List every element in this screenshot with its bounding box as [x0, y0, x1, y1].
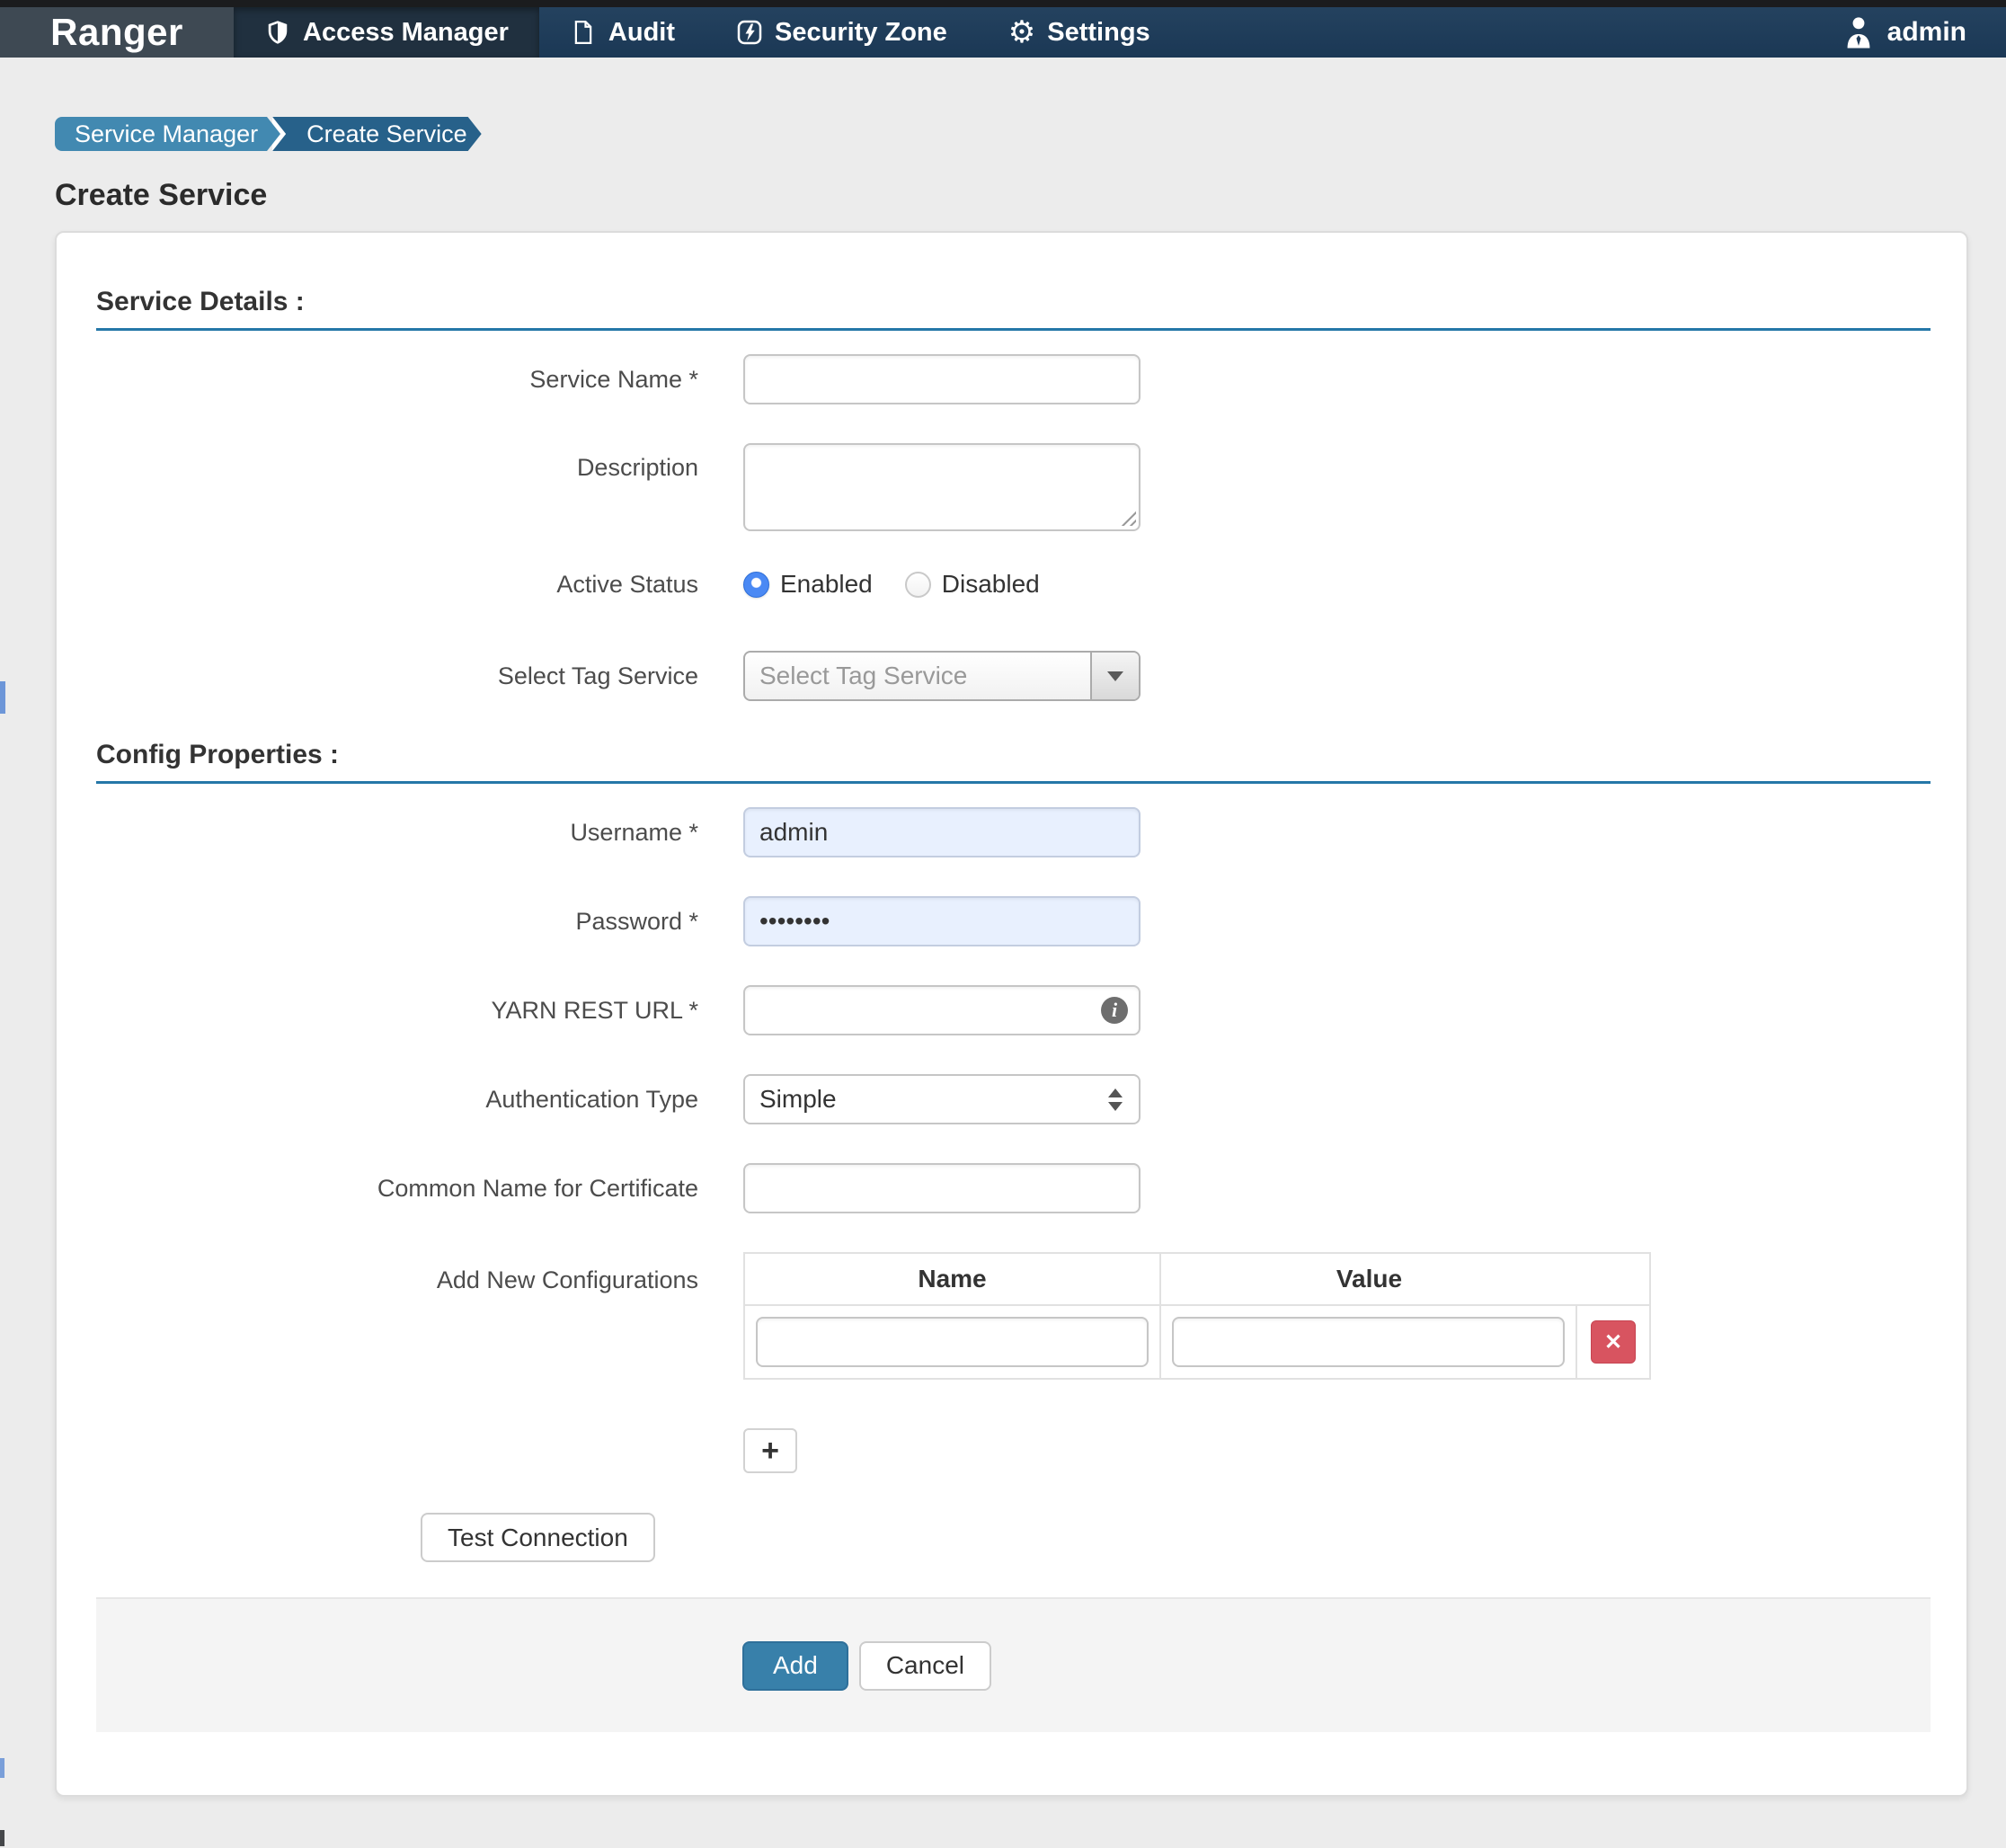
form-row-tag-service: Select Tag Service Select Tag Service: [96, 651, 1931, 701]
auth-type-label: Authentication Type: [96, 1086, 698, 1114]
active-status-label: Active Status: [96, 571, 698, 599]
config-col-name: Name: [745, 1254, 1161, 1304]
form-row-common-name: Common Name for Certificate: [96, 1163, 1931, 1213]
service-name-label: Service Name *: [96, 366, 698, 394]
tag-service-placeholder: Select Tag Service: [745, 662, 1090, 690]
password-label: Password *: [96, 908, 698, 936]
radio-disabled-label: Disabled: [942, 570, 1040, 599]
add-config-row-button[interactable]: +: [743, 1428, 797, 1473]
page-content: Service Manager Create Service Create Se…: [0, 58, 2006, 1797]
form-actions-bar: Add Cancel: [96, 1597, 1931, 1732]
gear-icon: ⚙: [1008, 19, 1035, 46]
yarn-rest-url-label: YARN REST URL *: [96, 997, 698, 1025]
nav-label: Security Zone: [775, 18, 947, 48]
chevron-down-icon: [1107, 671, 1123, 681]
config-name-input[interactable]: [756, 1317, 1149, 1367]
plus-icon: +: [761, 1434, 779, 1469]
description-label: Description: [96, 443, 698, 482]
add-button[interactable]: Add: [742, 1641, 848, 1691]
form-row-username: Username *: [96, 807, 1931, 857]
delete-config-button[interactable]: ✕: [1591, 1320, 1636, 1364]
nav-item-settings[interactable]: ⚙ Settings: [978, 7, 1181, 58]
navbar-spacer: [1181, 7, 1824, 58]
config-col-actions: [1577, 1254, 1649, 1304]
form-row-auth-type: Authentication Type Simple: [96, 1074, 1931, 1124]
main-nav: Access Manager Audit Security Zone ⚙ Set…: [234, 7, 1181, 58]
top-navbar: Ranger Access Manager Audit Security Zon…: [0, 7, 2006, 58]
breadcrumb: Service Manager Create Service: [55, 117, 1968, 151]
form-row-active-status: Active Status Enabled Disabled: [96, 570, 1931, 599]
nav-label: Audit: [608, 18, 675, 48]
shield-icon: [264, 19, 291, 46]
nav-item-security-zone[interactable]: Security Zone: [706, 7, 978, 58]
page-title: Create Service: [55, 178, 1968, 213]
left-edge-marker: [0, 681, 5, 714]
description-textarea[interactable]: [743, 443, 1141, 531]
auth-type-select[interactable]: Simple: [743, 1074, 1141, 1124]
form-row-add-configs: Add New Configurations Name Value ✕: [96, 1252, 1931, 1380]
config-table-row: ✕: [745, 1306, 1649, 1378]
left-edge-marker: [0, 1758, 4, 1778]
section-heading-config-properties: Config Properties :: [96, 740, 1931, 784]
breadcrumb-service-manager[interactable]: Service Manager: [55, 117, 267, 151]
yarn-rest-url-input[interactable]: [743, 985, 1141, 1035]
config-col-value: Value: [1161, 1254, 1577, 1304]
config-table: Name Value ✕: [743, 1252, 1651, 1380]
auth-type-value: Simple: [745, 1085, 1139, 1114]
tag-service-label: Select Tag Service: [96, 662, 698, 690]
form-row-service-name: Service Name *: [96, 354, 1931, 404]
cancel-button[interactable]: Cancel: [859, 1641, 991, 1691]
tag-service-select[interactable]: Select Tag Service: [743, 651, 1141, 701]
left-edge-marker: [0, 1830, 4, 1846]
form-row-yarn-rest-url: YARN REST URL * i: [96, 985, 1931, 1035]
select-stepper-icon: [1108, 1088, 1123, 1111]
add-configs-label: Add New Configurations: [96, 1252, 698, 1294]
user-name: admin: [1887, 17, 1966, 48]
close-icon: ✕: [1604, 1329, 1622, 1355]
common-name-label: Common Name for Certificate: [96, 1175, 698, 1203]
bolt-icon: [736, 19, 763, 46]
form-row-password: Password *: [96, 896, 1931, 946]
username-label: Username *: [96, 819, 698, 847]
config-table-header: Name Value: [745, 1254, 1649, 1306]
breadcrumb-create-service: Create Service: [272, 117, 482, 151]
window-top-strip: [0, 0, 2006, 7]
radio-enabled-label: Enabled: [780, 570, 873, 599]
nav-item-access-manager[interactable]: Access Manager: [234, 7, 539, 58]
config-value-input[interactable]: [1172, 1317, 1565, 1367]
radio-enabled[interactable]: [743, 572, 769, 598]
file-icon: [570, 19, 597, 46]
test-connection-button[interactable]: Test Connection: [421, 1513, 655, 1562]
common-name-input[interactable]: [743, 1163, 1141, 1213]
username-input[interactable]: [743, 807, 1141, 857]
form-row-description: Description: [96, 443, 1931, 531]
user-menu[interactable]: admin: [1824, 7, 2006, 58]
ranger-logo[interactable]: Ranger: [0, 7, 234, 58]
user-icon: [1842, 15, 1875, 49]
radio-disabled[interactable]: [905, 572, 931, 598]
dropdown-arrow-button[interactable]: [1090, 653, 1139, 699]
info-icon[interactable]: i: [1101, 997, 1128, 1024]
service-name-input[interactable]: [743, 354, 1141, 404]
create-service-form-card: Service Details : Service Name * Descrip…: [55, 231, 1968, 1797]
nav-item-audit[interactable]: Audit: [539, 7, 706, 58]
password-input[interactable]: [743, 896, 1141, 946]
nav-label: Access Manager: [303, 18, 509, 48]
nav-label: Settings: [1047, 18, 1149, 48]
section-heading-service-details: Service Details :: [96, 287, 1931, 331]
active-status-options: Enabled Disabled: [743, 570, 1931, 599]
